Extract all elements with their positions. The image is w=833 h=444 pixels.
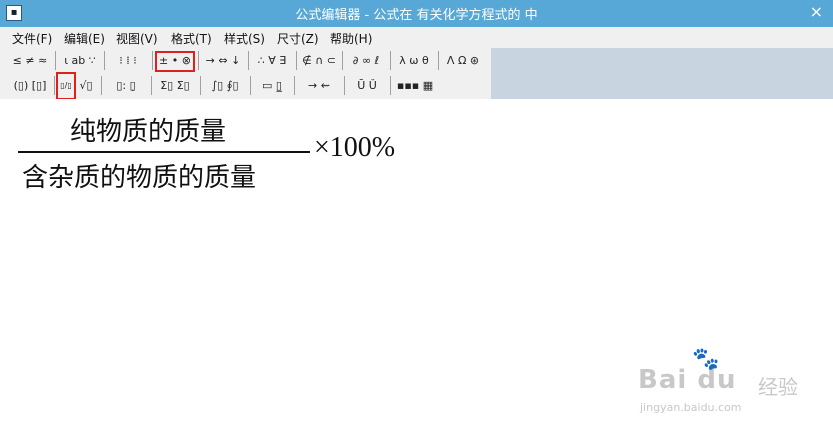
menu-file[interactable]: 文件(F) [12,30,52,47]
toolbar-separator [151,76,152,95]
menu-size[interactable]: 尺寸(Z) [277,30,319,47]
set-theory-symbols-button[interactable]: ∉ ∩ ⊂ [300,50,338,71]
spaces-ellipses-button[interactable]: ⍳ ab ∵ [60,50,100,71]
equation-toolbar: ≤ ≠ ≈ ⍳ ab ∵ ⁝ ⁞ ⁝ ± • ⊗ → ⇔ ↓ ∴ ∀ ∃ ∉ ∩… [0,48,491,100]
toolbar-area: ≤ ≠ ≈ ⍳ ab ∵ ⁝ ⁞ ⁝ ± • ⊗ → ⇔ ↓ ∴ ∀ ∃ ∉ ∩… [0,48,833,100]
toolbar-separator [200,76,201,95]
menu-view[interactable]: 视图(V) [116,30,158,47]
relational-symbols-button[interactable]: ≤ ≠ ≈ [10,50,50,71]
matrix-templates-button[interactable]: ▪▪▪ ▦ [394,75,436,96]
window-title: 公式编辑器 - 公式在 有关化学方程式的 中 [295,8,538,23]
paw-icon: 🐾 [692,347,720,372]
fraction-denominator[interactable]: 含杂质的物质的质量 [22,157,256,194]
toolbar-separator [390,76,391,95]
logical-symbols-button[interactable]: ∴ ∀ ∃ [252,50,292,71]
operator-symbols-highlight [155,51,195,72]
integral-templates-button[interactable]: ∫▯ ∮▯ [204,75,246,96]
radical-templates-button[interactable]: √▯ [76,75,96,96]
arrow-symbols-button[interactable]: → ⇔ ↓ [202,50,244,71]
toolbar-separator [104,51,105,70]
menu-edit[interactable]: 编辑(E) [64,30,105,47]
toolbar-separator [55,51,56,70]
menu-style[interactable]: 样式(S) [224,30,265,47]
subscript-templates-button[interactable]: ▯: ▯̣ [105,75,147,96]
greek-uppercase-button[interactable]: Λ Ω ⊛ [442,50,484,71]
toolbar-separator [294,76,295,95]
title-bar: ▪ 公式编辑器 - 公式在 有关化学方程式的 中 × [0,0,833,27]
toolbar-separator [248,51,249,70]
toolbar-separator [101,76,102,95]
toolbar-separator [344,76,345,95]
summation-templates-button[interactable]: Σ▯ Σ▯ [154,75,196,96]
menu-format[interactable]: 格式(T) [171,30,212,47]
fraction-templates-highlight [56,72,76,100]
toolbar-separator [296,51,297,70]
watermark-logo: Bai du [638,365,737,395]
close-icon[interactable]: × [810,2,823,21]
baidu-jingyan-watermark: Bai du 🐾 经验 jingyan.baidu.com [638,347,818,417]
toolbar-separator [54,76,55,95]
toolbar-separator [152,51,153,70]
fraction-numerator[interactable]: 纯物质的质量 [70,111,226,148]
toolbar-separator [390,51,391,70]
toolbar-separator [198,51,199,70]
menu-help[interactable]: 帮助(H) [330,30,372,47]
menu-bar: 文件(F) 编辑(E) 视图(V) 格式(T) 样式(S) 尺寸(Z) 帮助(H… [0,27,833,48]
toolbar-separator [438,51,439,70]
bar-templates-button[interactable]: ▭ ▯̲ [254,75,290,96]
watermark-url: jingyan.baidu.com [640,401,742,414]
toolbar-separator [342,51,343,70]
product-templates-button[interactable]: Ū Ǔ [348,75,386,96]
misc-symbols-button[interactable]: ∂ ∞ ℓ [346,50,386,71]
symbol-palette-row: ≤ ≠ ≈ ⍳ ab ∵ ⁝ ⁞ ⁝ ± • ⊗ → ⇔ ↓ ∴ ∀ ∃ ∉ ∩… [0,48,491,73]
fence-templates-button[interactable]: (▯) [▯] [10,75,50,96]
equation-editor-canvas[interactable]: 纯物质的质量 含杂质的物质的质量 ×100% Bai du 🐾 经验 jingy… [0,99,833,444]
fraction-bar [18,151,310,153]
percentage-multiplier[interactable]: ×100% [314,132,395,164]
watermark-text: 经验 [758,375,798,399]
labeled-arrow-templates-button[interactable]: → ⇜ [298,75,340,96]
toolbar-separator [250,76,251,95]
embellishments-button[interactable]: ⁝ ⁞ ⁝ [108,50,148,71]
greek-lowercase-button[interactable]: λ ω θ [394,50,434,71]
